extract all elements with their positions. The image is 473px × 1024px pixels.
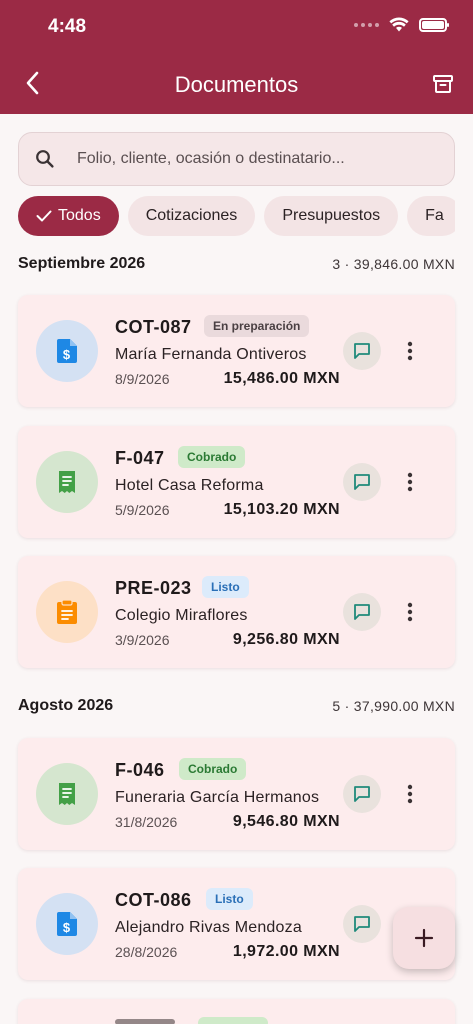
client-name: Colegio Miraflores [115,607,248,624]
filter-chip-facturas[interactable]: Fa [407,196,455,236]
document-date: 8/9/2026 [115,371,170,387]
document-id: PRE-023 [115,578,192,598]
archive-icon [433,75,453,93]
document-card[interactable]: PRE-023 Listo Colegio Miraflores 3/9/202… [18,556,455,668]
document-date: 28/8/2026 [115,944,178,960]
more-options-button[interactable] [398,596,422,628]
search-icon [36,150,54,168]
clipboard-icon [57,599,77,624]
message-button[interactable] [343,593,381,631]
document-type-avatar [36,763,98,825]
document-amount: 1,972.00 MXN [232,943,340,960]
section-header: Agosto 2026 5 · 37,990.00 MXN [18,697,455,715]
message-button[interactable] [343,905,381,943]
status-badge: Cobrado [178,446,246,468]
document-id: COT-087 [115,317,192,337]
signal-icon [354,22,379,27]
document-type-avatar [36,451,98,513]
filter-chip-label: Cotizaciones [145,207,238,224]
svg-text:$: $ [63,347,71,362]
search-bar[interactable] [18,132,455,186]
client-name: Funeraria García Hermanos [115,789,320,806]
add-document-button[interactable] [393,907,455,969]
document-date: 31/8/2026 [115,814,178,830]
status-badge: Listo [206,888,253,910]
check-icon [36,210,52,222]
message-icon [354,343,370,359]
filter-chip-label: Todos [58,207,101,224]
filter-chip-label: Fa [425,207,444,224]
document-card[interactable]: F-046 Cobrado Funeraria García Hermanos … [18,738,455,850]
filter-chips: Todos Cotizaciones Presupuestos Fa [18,196,455,236]
document-amount: 9,256.80 MXN [232,631,340,648]
filter-chip-presupuestos[interactable]: Presupuestos [264,196,399,236]
more-options-button[interactable] [398,335,422,367]
more-vertical-icon [407,784,413,804]
document-amount: 15,486.00 MXN [223,370,340,387]
status-badge: En preparación [204,315,310,337]
receipt-icon [59,783,75,805]
more-options-button[interactable] [398,466,422,498]
document-id: F-047 [115,448,165,468]
section-summary: 5 · 37,990.00 MXN [332,698,455,714]
more-vertical-icon [407,472,413,492]
status-icons [354,17,449,32]
document-id: COT-086 [115,890,192,910]
document-id: F-046 [115,760,165,780]
document-card-partial[interactable] [18,999,455,1024]
message-icon [354,786,370,802]
document-amount: 15,103.20 MXN [223,501,340,518]
section-title: Agosto 2026 [18,697,114,714]
message-icon [354,916,370,932]
page-title: Documentos [174,72,299,97]
client-name: Hotel Casa Reforma [115,477,264,494]
document-amount: 9,546.80 MXN [232,813,340,830]
document-date: 3/9/2026 [115,632,170,648]
document-card[interactable]: F-047 Cobrado Hotel Casa Reforma 5/9/202… [18,426,455,538]
message-icon [354,474,370,490]
message-button[interactable] [343,332,381,370]
app-header: 4:48 Documentos [0,0,473,114]
search-input[interactable] [77,133,437,185]
dollar-document-icon: $ [57,912,77,936]
client-name: María Fernanda Ontiveros [115,346,307,363]
status-badge: Cobrado [179,758,247,780]
dollar-document-icon: $ [57,339,77,363]
receipt-icon [59,471,75,493]
svg-text:$: $ [63,920,71,935]
message-icon [354,604,370,620]
document-id-partial [115,1019,175,1024]
section-title: Septiembre 2026 [18,255,146,272]
filter-chip-todos[interactable]: Todos [18,196,119,236]
document-date: 5/9/2026 [115,502,170,518]
document-type-avatar: $ [36,893,98,955]
section-header: Septiembre 2026 3 · 39,846.00 MXN [18,255,455,273]
section-summary: 3 · 39,846.00 MXN [332,256,455,272]
more-vertical-icon [407,341,413,361]
document-card[interactable]: $ COT-087 En preparación María Fernanda … [18,295,455,407]
message-button[interactable] [343,463,381,501]
document-card[interactable]: $ COT-086 Listo Alejandro Rivas Mendoza … [18,868,455,980]
status-badge-partial [198,1017,268,1024]
filter-chip-label: Presupuestos [282,207,381,224]
document-type-avatar: $ [36,320,98,382]
client-name: Alejandro Rivas Mendoza [115,919,302,936]
status-badge: Listo [202,576,249,598]
battery-icon [419,17,449,32]
more-vertical-icon [407,602,413,622]
filter-chip-cotizaciones[interactable]: Cotizaciones [127,196,256,236]
more-options-button[interactable] [398,778,422,810]
status-time: 4:48 [48,16,87,37]
wifi-icon [389,17,409,32]
document-type-avatar [36,581,98,643]
archive-button[interactable] [427,68,459,100]
message-button[interactable] [343,775,381,813]
plus-icon [414,928,434,948]
